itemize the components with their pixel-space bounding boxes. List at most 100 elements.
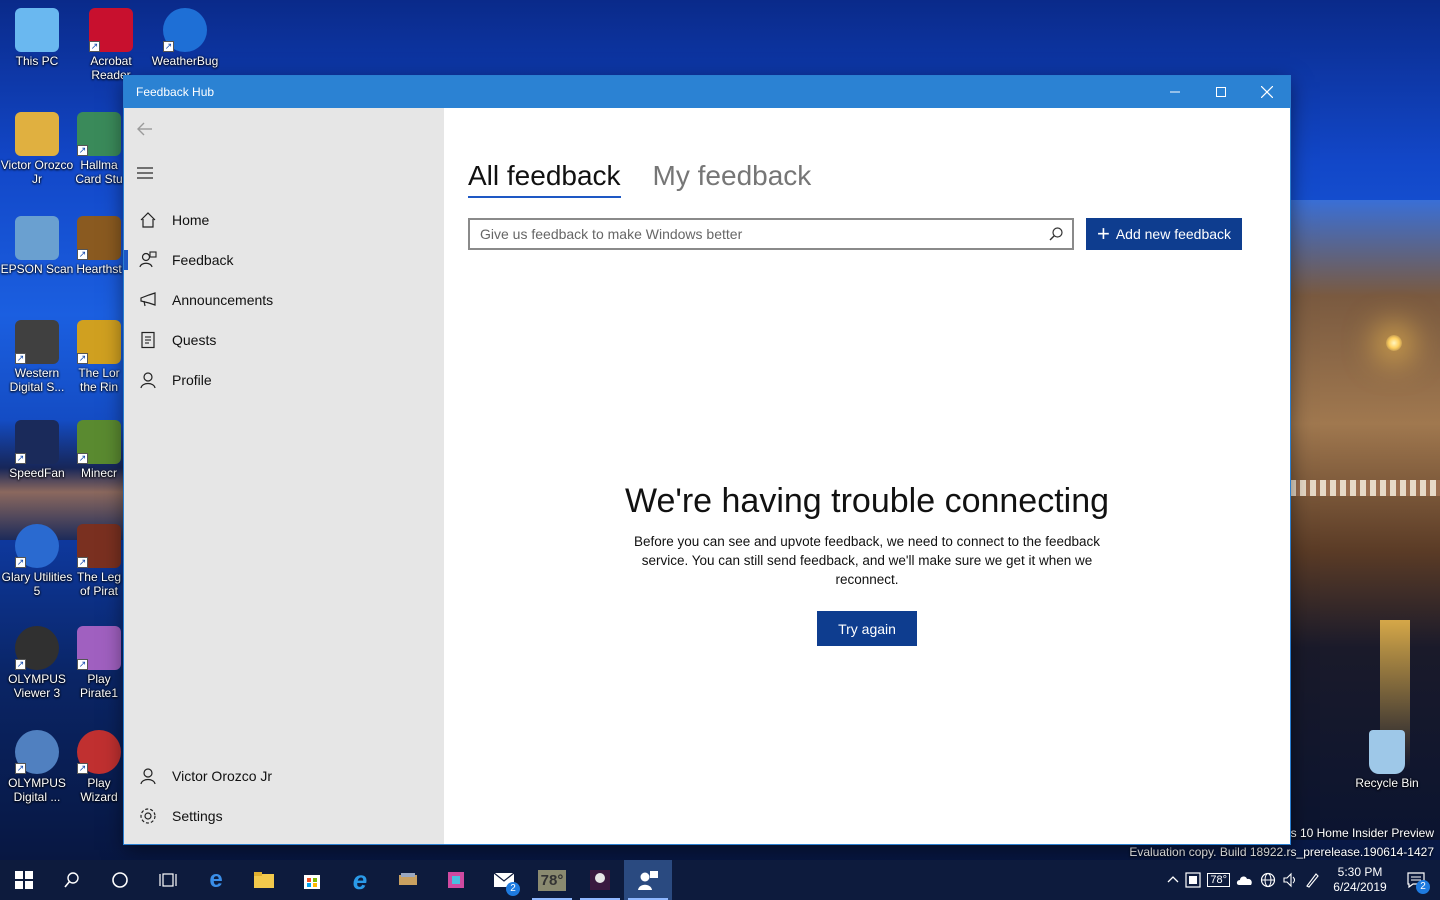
- desktop-icon-epson-scan[interactable]: EPSON Scan: [0, 212, 74, 276]
- nav-item-feedback[interactable]: Feedback: [124, 240, 444, 280]
- megaphone-icon: [140, 292, 156, 307]
- cortana-button[interactable]: [96, 860, 144, 900]
- desktop-icon-glary[interactable]: ↗ Glary Utilities 5: [0, 520, 74, 598]
- desktop-icon-olympus-digital[interactable]: ↗ OLYMPUS Digital ...: [0, 726, 74, 804]
- desktop-icon-weatherbug[interactable]: ↗ WeatherBug: [148, 4, 222, 68]
- taskbar-file-explorer[interactable]: [240, 860, 288, 900]
- desktop-icon-hallmark[interactable]: ↗ Hallma Card Stu: [74, 108, 124, 186]
- desktop-icon-label: WeatherBug: [151, 54, 219, 68]
- taskbar-store[interactable]: [288, 860, 336, 900]
- desktop-icon-this-pc[interactable]: This PC: [0, 4, 74, 68]
- desktop-icon-olympus-viewer[interactable]: ↗ OLYMPUS Viewer 3: [0, 622, 74, 700]
- tab-my-feedback[interactable]: My feedback: [653, 160, 812, 198]
- desktop-icon-label: Minecr: [80, 466, 117, 480]
- task-view-button[interactable]: [144, 860, 192, 900]
- account-user[interactable]: Victor Orozco Jr: [124, 756, 444, 796]
- taskbar-photo-app[interactable]: [432, 860, 480, 900]
- camera-lens-icon: ↗: [15, 626, 59, 670]
- desktop-icon-hearthstone[interactable]: ↗ Hearthst: [74, 212, 124, 276]
- desktop-icon-western-digital[interactable]: ↗ Western Digital S...: [0, 316, 74, 394]
- home-icon: [140, 212, 156, 228]
- desktop-icon-recycle-bin[interactable]: Recycle Bin: [1350, 726, 1424, 790]
- street-lamp: [1386, 335, 1402, 351]
- window-controls: [1152, 76, 1290, 108]
- chevron-up-icon[interactable]: [1167, 874, 1179, 886]
- feedback-hub-icon: [638, 871, 658, 890]
- desktop-icon-acrobat[interactable]: ↗ Acrobat Reader: [74, 4, 148, 82]
- user-folder-icon: [15, 112, 59, 156]
- nav-item-announcements[interactable]: Announcements: [124, 280, 444, 320]
- desktop-icon-pirates[interactable]: ↗ The Leg of Pirat: [74, 520, 124, 598]
- desktop-icon-lotr[interactable]: ↗ The Lor the Rin: [74, 316, 124, 394]
- taskbar-search-button[interactable]: [48, 860, 96, 900]
- western-digital-icon: ↗: [15, 320, 59, 364]
- shortcut-arrow-icon: ↗: [77, 145, 88, 156]
- desktop-icon-label: Hearthst: [76, 262, 122, 276]
- nav-item-settings[interactable]: Settings: [124, 796, 444, 836]
- taskbar-weather[interactable]: 78°: [528, 860, 576, 900]
- desktop-icon-user-folder[interactable]: Victor Orozco Jr: [0, 108, 74, 186]
- tab-all-feedback[interactable]: All feedback: [468, 160, 621, 198]
- glary-icon: ↗: [15, 524, 59, 568]
- nav-item-home[interactable]: Home: [124, 200, 444, 240]
- minimize-button[interactable]: [1152, 76, 1198, 108]
- system-tray: 78° 5:30 PM 6/24/2019 2: [1167, 860, 1440, 900]
- search-icon: [64, 872, 79, 888]
- pen-workspace-icon[interactable]: [1304, 872, 1322, 888]
- bridge-railing: [1290, 480, 1440, 496]
- desktop-icon-label: The Lor the Rin: [78, 366, 120, 394]
- network-globe-icon[interactable]: [1260, 872, 1276, 888]
- search-icon[interactable]: [1048, 226, 1064, 242]
- clock-time: 5:30 PM: [1337, 865, 1383, 879]
- file-explorer-icon: [254, 872, 274, 888]
- scanner-icon: [15, 216, 59, 260]
- maximize-button[interactable]: [1198, 76, 1244, 108]
- desktop-icon-play-pirate[interactable]: ↗ Play Pirate1: [74, 622, 124, 700]
- gear-icon: [140, 808, 156, 824]
- nav-item-quests[interactable]: Quests: [124, 320, 444, 360]
- nav-item-label: Settings: [172, 808, 223, 824]
- start-button[interactable]: [0, 860, 48, 900]
- back-button[interactable]: [134, 118, 156, 140]
- clock-date: 6/24/2019: [1333, 880, 1387, 894]
- clock[interactable]: 5:30 PM 6/24/2019: [1328, 865, 1392, 895]
- desktop-icon-label: This PC: [15, 54, 59, 68]
- onedrive-icon[interactable]: [1236, 873, 1254, 887]
- taskbar-internet-explorer[interactable]: e: [336, 860, 384, 900]
- taskbar-edge[interactable]: e: [192, 860, 240, 900]
- search-placeholder: Give us feedback to make Windows better: [480, 226, 743, 242]
- wizard-icon: ↗: [77, 730, 121, 774]
- plus-icon: +: [1096, 221, 1110, 246]
- search-input[interactable]: Give us feedback to make Windows better: [468, 218, 1074, 250]
- try-again-button[interactable]: Try again: [817, 611, 917, 646]
- add-new-feedback-button[interactable]: + Add new feedback: [1086, 218, 1242, 250]
- recycle-bin-icon: [1369, 730, 1405, 774]
- taskbar-game[interactable]: [576, 860, 624, 900]
- desktop-icon-speedfan[interactable]: ↗ SpeedFan: [0, 416, 74, 480]
- desktop-icon-minecraft[interactable]: ↗ Minecr: [74, 416, 124, 480]
- close-icon: [1261, 86, 1273, 98]
- nav-item-profile[interactable]: Profile: [124, 360, 444, 400]
- desktop-icon-label: Play Pirate1: [79, 672, 119, 700]
- desktop-icon-play-wizard[interactable]: ↗ Play Wizard: [74, 726, 124, 804]
- taskbar-app[interactable]: [384, 860, 432, 900]
- close-button[interactable]: [1244, 76, 1290, 108]
- start-icon: [15, 871, 33, 889]
- olympus-digital-icon: ↗: [15, 730, 59, 774]
- person-icon: [140, 372, 156, 389]
- desktop-icon-label: OLYMPUS Viewer 3: [8, 672, 66, 700]
- action-center-button[interactable]: 2: [1398, 860, 1434, 900]
- tray-app-icon[interactable]: [1185, 872, 1201, 888]
- volume-icon[interactable]: [1282, 872, 1298, 888]
- tray-weather-temp[interactable]: 78°: [1207, 873, 1230, 887]
- navigation-pane: Home Feedback Announcements Quests Profi…: [124, 108, 444, 844]
- maximize-icon: [1216, 87, 1226, 97]
- user-name: Victor Orozco Jr: [172, 768, 273, 784]
- title-bar[interactable]: Feedback Hub: [124, 76, 1290, 108]
- acrobat-icon: ↗: [89, 8, 133, 52]
- error-message: Before you can see and upvote feedback, …: [633, 534, 1101, 587]
- taskbar-mail[interactable]: 2: [480, 860, 528, 900]
- taskbar-feedback-hub[interactable]: [624, 860, 672, 900]
- hamburger-menu-button[interactable]: [134, 162, 156, 184]
- desktop-icon-label: Western Digital S...: [9, 366, 65, 394]
